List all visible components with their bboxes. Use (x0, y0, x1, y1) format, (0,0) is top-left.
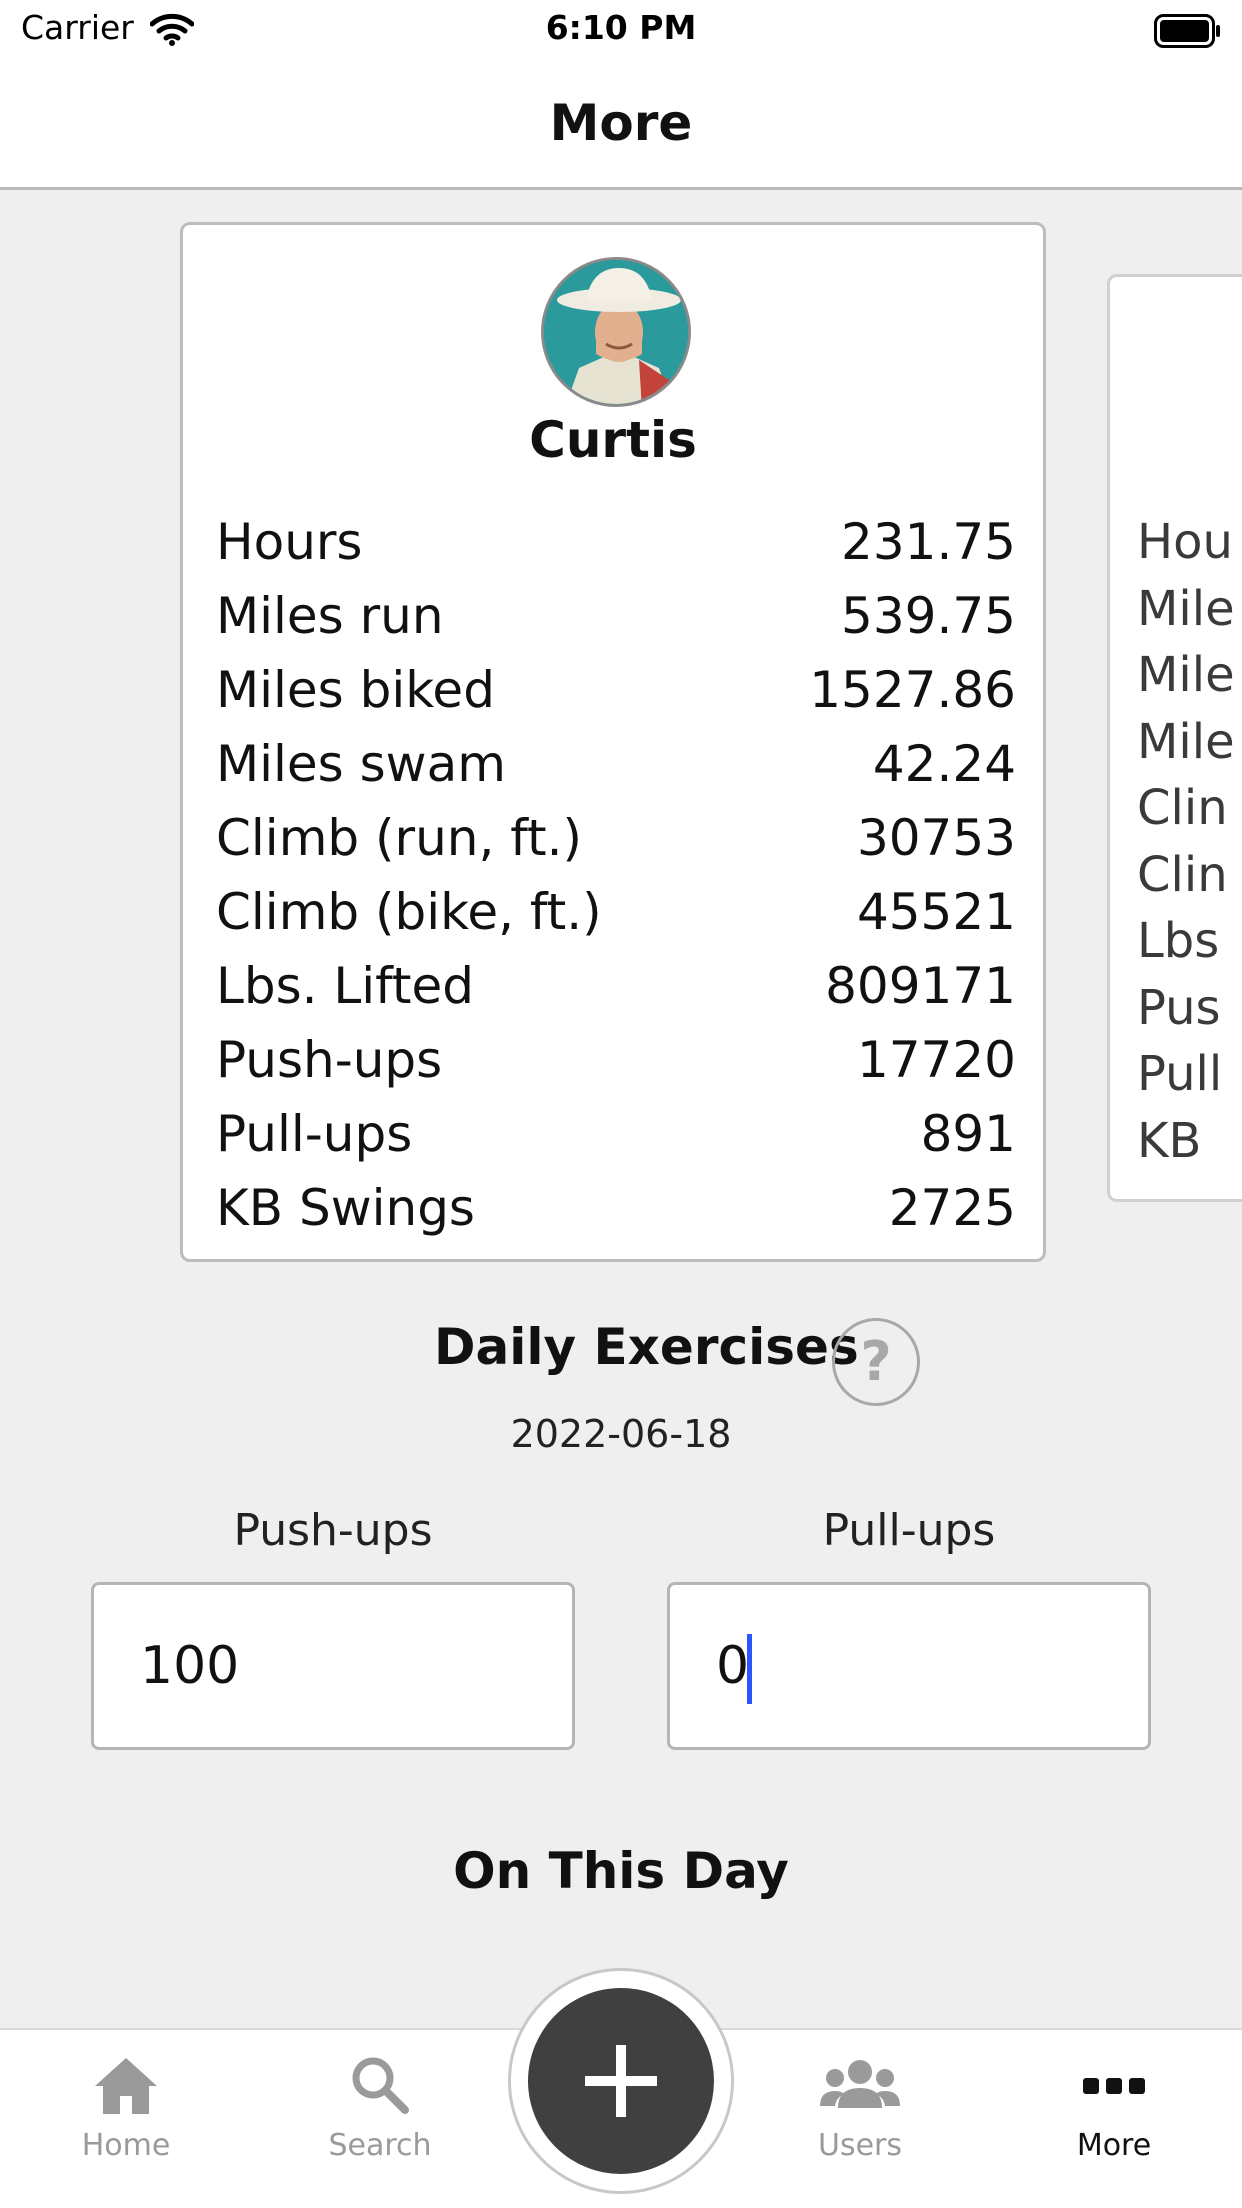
tab-search[interactable]: Search (280, 2054, 480, 2163)
tab-home[interactable]: Home (26, 2054, 226, 2163)
stat-row-lbs-lifted: Lbs. Lifted 809171 (216, 949, 1016, 1023)
status-time: 6:10 PM (545, 8, 697, 47)
navigation-bar: More (0, 62, 1242, 190)
stat-label: Climb (run, ft.) (216, 809, 582, 867)
text-cursor (747, 1634, 753, 1704)
next-card-stats: Hou Mile Mile Mile Clin Clin Lbs Pus Pul… (1137, 509, 1242, 1174)
pushups-label: Push-ups (233, 1505, 433, 1556)
tab-label: More (1076, 2128, 1152, 2163)
stat-value: 45521 (856, 883, 1016, 941)
next-profile-card[interactable]: Hou Mile Mile Mile Clin Clin Lbs Pus Pul… (1107, 274, 1242, 1202)
scroll-content[interactable]: Curtis Hours 231.75 Miles run 539.75 Miles… (0, 190, 1242, 2028)
user-name: Curtis (529, 411, 697, 469)
stat-row-miles-run: Miles run 539.75 (216, 579, 1016, 653)
next-card-label: Clin (1137, 846, 1228, 903)
page-title: More (549, 94, 693, 152)
stat-value: 891 (920, 1105, 1016, 1163)
next-card-label: Hou (1137, 514, 1233, 570)
stats-list: Hours 231.75 Miles run 539.75 Miles biked 1… (216, 505, 1016, 1245)
stat-label: Climb (bike, ft.) (216, 883, 602, 941)
pushups-value: 100 (140, 1636, 240, 1696)
stat-label: Pull-ups (216, 1105, 413, 1163)
search-icon (352, 2057, 409, 2114)
battery-icon (1154, 14, 1222, 48)
pullups-value: 0 (716, 1636, 750, 1696)
daily-date: 2022-06-18 (510, 1412, 732, 1456)
stat-row-climb-bike: Climb (bike, ft.) 45521 (216, 875, 1016, 949)
pullups-input[interactable]: 0 (667, 1582, 1151, 1750)
tab-label: Users (817, 2128, 902, 2163)
users-icon (820, 2060, 900, 2108)
tab-label: Home (81, 2128, 171, 2163)
tab-label: Search (328, 2128, 432, 2163)
stat-label: KB Swings (216, 1179, 475, 1237)
next-card-label: Pus (1137, 979, 1221, 1036)
tab-users[interactable]: Users (760, 2054, 960, 2163)
stat-label: Hours (216, 513, 363, 571)
stat-row-miles-biked: Miles biked 1527.86 (216, 653, 1016, 727)
stat-row-climb-run: Climb (run, ft.) 30753 (216, 801, 1016, 875)
stat-row-miles-swam: Miles swam 42.24 (216, 727, 1016, 801)
plus-icon (585, 2045, 657, 2117)
stat-value: 42.24 (872, 735, 1016, 793)
stat-value: 1527.86 (809, 661, 1016, 719)
pushups-input[interactable]: 100 (91, 1582, 575, 1750)
stat-label: Miles run (216, 587, 444, 645)
next-card-label: KB (1137, 1112, 1202, 1169)
next-card-label: Clin (1137, 780, 1228, 836)
stat-value: 30753 (856, 809, 1016, 867)
next-card-label: Lbs (1137, 913, 1220, 969)
stat-value: 809171 (825, 957, 1016, 1015)
add-button[interactable] (528, 1988, 714, 2174)
daily-exercises-title: Daily Exercises (434, 1318, 859, 1376)
on-this-day-title: On This Day (453, 1842, 789, 1900)
stat-label: Push-ups (216, 1031, 443, 1089)
stat-label: Miles biked (216, 661, 495, 719)
tab-more[interactable]: More (1014, 2054, 1214, 2163)
avatar (541, 257, 691, 407)
stat-label: Lbs. Lifted (216, 957, 475, 1015)
stat-row-pull-ups: Pull-ups 891 (216, 1097, 1016, 1171)
next-card-label: Mile (1137, 713, 1235, 770)
profile-card[interactable]: Curtis Hours 231.75 Miles run 539.75 Miles… (180, 222, 1046, 1262)
stat-value: 2725 (888, 1179, 1016, 1237)
status-bar: Carrier 6:10 PM (0, 0, 1242, 62)
more-icon (1083, 2078, 1145, 2094)
help-button[interactable]: ? (832, 1318, 920, 1406)
next-card-label: Pull (1137, 1046, 1223, 1102)
next-card-label: Mile (1137, 647, 1235, 703)
stat-value: 17720 (856, 1031, 1016, 1089)
stat-row-hours: Hours 231.75 (216, 505, 1016, 579)
next-card-label: Mile (1137, 580, 1235, 637)
stat-value: 231.75 (841, 513, 1016, 571)
home-icon (95, 2058, 157, 2114)
stat-row-push-ups: Push-ups 17720 (216, 1023, 1016, 1097)
stat-row-kb-swings: KB Swings 2725 (216, 1171, 1016, 1245)
pullups-label: Pull-ups (822, 1505, 996, 1556)
stat-value: 539.75 (841, 587, 1016, 645)
stat-label: Miles swam (216, 735, 506, 793)
